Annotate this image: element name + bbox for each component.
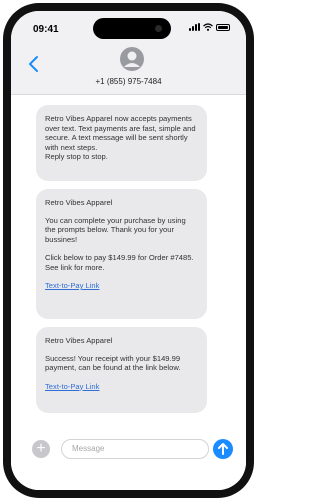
message-input[interactable]: Message <box>61 439 209 459</box>
message-sender: Retro Vibes Apparel <box>45 336 113 345</box>
message-sender: Retro Vibes Apparel <box>45 198 113 207</box>
composer-bar: + Message <box>11 426 246 490</box>
message-list: Retro Vibes Apparel now accepts payments… <box>36 105 207 421</box>
dynamic-island <box>93 18 171 39</box>
arrow-up-icon <box>218 443 228 455</box>
text-to-pay-link[interactable]: Text-to-Pay Link <box>45 281 99 290</box>
contact-avatar-icon[interactable] <box>119 46 145 72</box>
message-text: Retro Vibes Apparel now accepts payments… <box>45 114 196 161</box>
status-time: 09:41 <box>33 24 59 35</box>
message-bubble: Retro Vibes Apparel You can complete you… <box>36 189 207 319</box>
send-button[interactable] <box>213 439 233 459</box>
back-chevron-icon[interactable] <box>25 53 45 75</box>
signal-icon <box>189 23 200 31</box>
wifi-icon <box>203 23 213 31</box>
message-bubble: Retro Vibes Apparel Success! Your receip… <box>36 327 207 413</box>
message-placeholder: Message <box>72 444 105 453</box>
conversation-header: 09:41 +1 (855) 975-7484 <box>11 11 246 95</box>
message-bubble: Retro Vibes Apparel now accepts payments… <box>36 105 207 181</box>
receipt-link[interactable]: Text-to-Pay Link <box>45 382 99 391</box>
message-text: Click below to pay $149.99 for Order #74… <box>45 253 194 272</box>
contact-number[interactable]: +1 (855) 975-7484 <box>11 77 246 86</box>
status-icons <box>189 23 230 31</box>
message-text: Success! Your receipt with your $149.99 … <box>45 353 181 373</box>
message-text: You can complete your purchase by using … <box>45 215 186 244</box>
add-attachment-button[interactable]: + <box>32 440 50 458</box>
camera-dot <box>155 25 162 32</box>
battery-icon <box>216 23 230 31</box>
phone-frame: 09:41 +1 (855) 975-7484 Retro Vibes Appa… <box>3 3 254 498</box>
phone-screen: 09:41 +1 (855) 975-7484 Retro Vibes Appa… <box>11 11 246 490</box>
